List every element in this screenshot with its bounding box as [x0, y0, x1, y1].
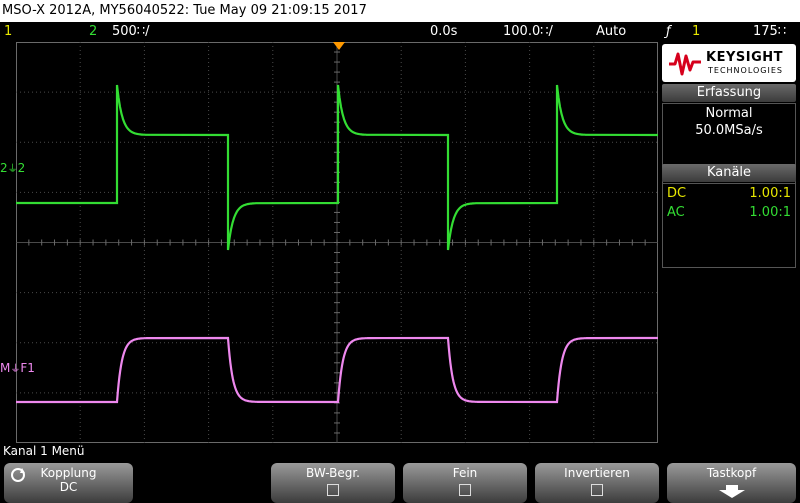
- acquisition-mode: Normal: [705, 106, 753, 121]
- math-ground-marker[interactable]: M⏚F1: [0, 360, 35, 375]
- ch1-indicator[interactable]: 1: [4, 22, 12, 42]
- math-marker-num: M: [0, 361, 11, 375]
- keysight-logo: KEYSIGHT TECHNOLOGIES: [662, 44, 796, 82]
- trigger-level: 175∷: [753, 24, 787, 39]
- softkey-menu: Kanal 1 Menü Kopplung DC BW-Begr. Fein I…: [0, 443, 800, 503]
- ch1-probe-ratio: 1.00:1: [749, 186, 791, 201]
- ground-icon: ⏚: [10, 364, 21, 375]
- trigger-position-marker[interactable]: [333, 42, 345, 51]
- channel-row-2: AC 1.00:1: [667, 205, 791, 220]
- logo-sub: TECHNOLOGIES: [708, 66, 783, 75]
- ch1-coupling: DC: [667, 186, 687, 201]
- waveform-display[interactable]: [16, 42, 658, 443]
- keysight-wave-icon: [669, 52, 701, 76]
- channels-box: DC 1.00:1 AC 1.00:1: [662, 183, 796, 268]
- logo-brand: KEYSIGHT: [706, 50, 783, 65]
- sample-rate: 50.0MSa/s: [695, 123, 763, 138]
- ch2-marker-tag: 2: [17, 161, 26, 175]
- acquisition-header: Erfassung: [662, 84, 796, 102]
- ground-icon: ⏚: [7, 164, 18, 175]
- menu-title: Kanal 1 Menü: [3, 444, 85, 458]
- time-base: 100.0∷/: [503, 24, 553, 39]
- invert-checkbox[interactable]: [591, 484, 603, 496]
- fine-softkey[interactable]: Fein: [403, 463, 527, 503]
- ch2-ground-marker[interactable]: 2⏚2: [0, 160, 25, 175]
- bw-limit-softkey[interactable]: BW-Begr.: [271, 463, 395, 503]
- coupling-softkey[interactable]: Kopplung DC: [4, 463, 133, 503]
- info-panel: KEYSIGHT TECHNOLOGIES Erfassung Normal 5…: [660, 42, 800, 268]
- channel-row-1: DC 1.00:1: [667, 186, 791, 201]
- channels-header: Kanäle: [662, 164, 796, 182]
- ch2-indicator[interactable]: 2: [89, 22, 97, 42]
- status-bar: 1 2 500∷/ 0.0s 100.0∷/ Auto ƒ 1 175∷: [0, 22, 800, 42]
- probe-softkey[interactable]: Tastkopf: [667, 463, 796, 503]
- rotate-knob-icon: [11, 468, 25, 482]
- fine-label: Fein: [452, 466, 478, 480]
- bw-limit-checkbox[interactable]: [327, 484, 339, 496]
- trigger-source: 1: [692, 24, 701, 39]
- trigger-edge-icon: ƒ: [666, 24, 671, 39]
- probe-label: Tastkopf: [706, 466, 757, 480]
- invert-label: Invertieren: [564, 466, 630, 480]
- ch2-probe-ratio: 1.00:1: [749, 205, 791, 220]
- ch2-scale: 500∷/: [112, 24, 150, 39]
- time-delay: 0.0s: [430, 24, 458, 39]
- window-title: MSO-X 2012A, MY56040522: Tue May 09 21:0…: [0, 0, 800, 22]
- fine-checkbox[interactable]: [459, 484, 471, 496]
- submenu-arrow-icon: [718, 485, 745, 498]
- ch2-coupling: AC: [667, 205, 685, 220]
- math-marker-tag: F1: [20, 361, 35, 375]
- trigger-mode: Auto: [596, 24, 627, 39]
- bw-limit-label: BW-Begr.: [306, 466, 360, 480]
- ch2-marker-num: 2: [0, 161, 8, 175]
- invert-softkey[interactable]: Invertieren: [535, 463, 659, 503]
